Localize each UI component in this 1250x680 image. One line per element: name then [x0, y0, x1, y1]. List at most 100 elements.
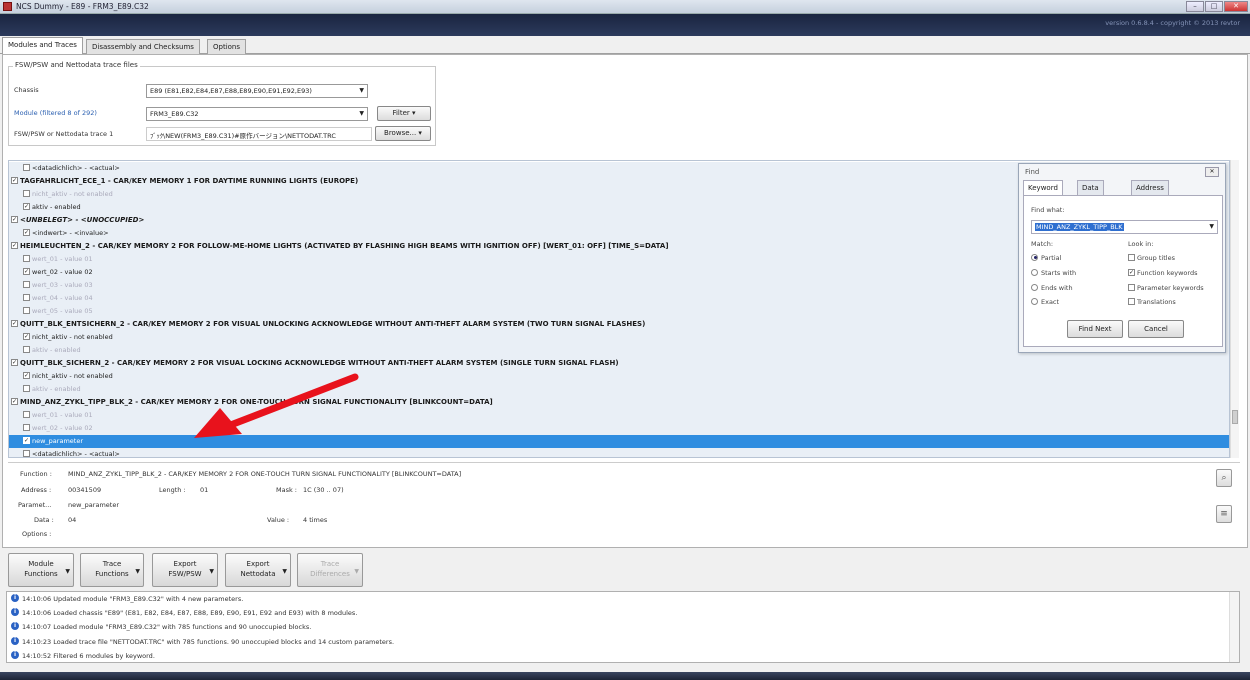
tree-row-label: aktiv - enabled — [32, 203, 81, 211]
function-label: Function : — [20, 470, 52, 478]
tab-options[interactable]: Options — [207, 39, 247, 54]
tree-checkbox[interactable] — [23, 384, 30, 392]
log-entry: i 14:10:52 Filtered 6 modules by keyword. — [11, 651, 155, 660]
tree-checkbox[interactable] — [23, 410, 30, 418]
find-what-input[interactable]: MIND_ANZ_ZYKL_TIPP_BLK ▼ — [1031, 220, 1218, 234]
module-functions-button[interactable]: Module Functions ▼ — [8, 553, 74, 587]
tree-row-label: nicht_aktiv - not enabled — [32, 333, 113, 341]
tree-checkbox[interactable]: ✓ — [11, 319, 18, 327]
tree-row-label: wert_02 - value 02 — [32, 424, 93, 432]
tree-checkbox[interactable]: ✓ — [23, 436, 30, 444]
tab-disassembly[interactable]: Disassembly and Checksums — [86, 39, 200, 54]
find-next-button[interactable]: Find Next — [1067, 320, 1123, 338]
tree-row-label: wert_04 - value 04 — [32, 294, 93, 302]
trace-path-field[interactable]: ﾌﾞｯｸ\NEW(FRM3_E89.C31)#原作バージョン\NETTODAT.… — [146, 127, 372, 141]
tree-checkbox[interactable] — [23, 254, 30, 262]
tree-row-label: wert_05 - value 05 — [32, 307, 93, 315]
module-label: Module (filtered 8 of 292) — [14, 109, 97, 117]
tree-scroll-thumb[interactable] — [1232, 410, 1238, 424]
find-tab-address[interactable]: Address — [1131, 180, 1169, 195]
log-entry: i 14:10:07 Loaded module "FRM3_E89.C32" w… — [11, 622, 311, 631]
tree-checkbox[interactable]: ✓ — [23, 332, 30, 340]
lookin-label: Look in: — [1128, 240, 1154, 248]
match-starts-radio[interactable]: Starts with — [1031, 268, 1076, 277]
find-tab-keyword[interactable]: Keyword — [1023, 180, 1063, 195]
address-label: Address : — [21, 486, 52, 494]
lookin-translations-checkbox[interactable]: Translations — [1128, 297, 1176, 306]
export-nettodata-button[interactable]: Export Nettodata ▼ — [225, 553, 291, 587]
tree-function-row[interactable]: ✓ QUITT_BLK_SICHERN_2 - CAR/KEY MEMORY 2 … — [9, 357, 1229, 370]
tree-checkbox[interactable] — [23, 189, 30, 197]
tree-row-label: QUITT_BLK_ENTSICHERN_2 - CAR/KEY MEMORY … — [20, 320, 646, 328]
match-partial-radio[interactable]: Partial — [1031, 253, 1061, 262]
tree-checkbox[interactable] — [23, 306, 30, 314]
tree-checkbox[interactable]: ✓ — [11, 397, 18, 405]
find-cancel-button[interactable]: Cancel — [1128, 320, 1184, 338]
tree-row-label: wert_03 - value 03 — [32, 281, 93, 289]
export-fsw-psw-button[interactable]: Export FSW/PSW ▼ — [152, 553, 218, 587]
magnify-icon[interactable]: ⌕ — [1216, 469, 1232, 487]
log-panel: i 14:10:06 Updated module "FRM3_E89.C32" … — [6, 591, 1240, 663]
tree-checkbox[interactable] — [23, 163, 30, 171]
find-tab-data[interactable]: Data — [1077, 180, 1104, 195]
find-close-button[interactable]: ✕ — [1205, 167, 1219, 177]
length-label: Length : — [159, 486, 186, 494]
tree-row-label: QUITT_BLK_SICHERN_2 - CAR/KEY MEMORY 2 F… — [20, 359, 619, 367]
options-label: Options : — [22, 530, 52, 538]
tree-checkbox[interactable] — [23, 423, 30, 431]
lookin-function-keywords-checkbox[interactable]: ✓ Function keywords — [1128, 268, 1197, 277]
function-value: MIND_ANZ_ZYKL_TIPP_BLK_2 - CAR/KEY MEMOR… — [68, 470, 462, 478]
tree-checkbox[interactable]: ✓ — [11, 241, 18, 249]
lookin-parameter-keywords-checkbox[interactable]: Parameter keywords — [1128, 283, 1204, 292]
tree-scrollbar[interactable] — [1230, 160, 1239, 458]
trace-functions-button[interactable]: Trace Functions ▼ — [80, 553, 144, 587]
match-ends-radio[interactable]: Ends with — [1031, 283, 1073, 292]
window-title: NCS Dummy - E89 - FRM3_E89.C32 — [16, 2, 149, 11]
value-label: Value : — [267, 516, 290, 524]
minimize-button[interactable]: – — [1186, 1, 1204, 12]
find-dialog: Find ✕ Keyword Data Address Find what: M… — [1018, 163, 1226, 353]
tree-checkbox[interactable] — [23, 280, 30, 288]
module-select[interactable]: FRM3_E89.C32 ▼ — [146, 107, 368, 121]
tree-checkbox[interactable] — [23, 293, 30, 301]
tree-checkbox[interactable]: ✓ — [11, 358, 18, 366]
tree-row-label: HEIMLEUCHTEN_2 - CAR/KEY MEMORY 2 FOR FO… — [20, 242, 669, 250]
red-arrow-annotation — [194, 373, 359, 438]
tree-checkbox[interactable]: ✓ — [23, 228, 30, 236]
tree-checkbox[interactable]: ✓ — [23, 371, 30, 379]
fsw-group: FSW/PSW and Nettodata trace files Chassi… — [8, 61, 436, 146]
tree-row-label: new_parameter — [32, 437, 84, 445]
tree-row-label: TAGFAHRLICHT_ECE_1 - CAR/KEY MEMORY 1 FO… — [20, 177, 359, 185]
tab-modules-and-traces[interactable]: Modules and Traces — [2, 37, 83, 55]
info-icon: i — [11, 608, 19, 616]
parameter-value: new_parameter — [68, 501, 120, 509]
tree-checkbox[interactable]: ✓ — [23, 202, 30, 210]
main-tabs: Modules and Traces Disassembly and Check… — [0, 36, 1250, 55]
log-scrollbar[interactable] — [1229, 592, 1239, 662]
data-label: Data : — [34, 516, 54, 524]
filter-button[interactable]: Filter ▾ — [377, 106, 431, 121]
tree-checkbox[interactable] — [23, 345, 30, 353]
match-exact-radio[interactable]: Exact — [1031, 297, 1059, 306]
find-dialog-title: Find — [1025, 168, 1040, 176]
title-bar: NCS Dummy - E89 - FRM3_E89.C32 – □ ✕ — [0, 0, 1250, 14]
mask-value: 1C (30 .. 07) — [303, 486, 344, 494]
chassis-select[interactable]: E89 (E81,E82,E84,E87,E88,E89,E90,E91,E92… — [146, 84, 368, 98]
tree-value-row[interactable]: <datadichlich> - <actual> — [9, 448, 1229, 457]
tree-checkbox[interactable]: ✓ — [11, 215, 18, 223]
lookin-group-titles-checkbox[interactable]: Group titles — [1128, 253, 1175, 262]
log-entry: i 14:10:06 Updated module "FRM3_E89.C32" … — [11, 594, 243, 603]
tree-checkbox[interactable]: ✓ — [11, 176, 18, 184]
browse-button[interactable]: Browse... ▾ — [375, 126, 431, 141]
list-icon[interactable]: ≡ — [1216, 505, 1232, 523]
tree-row-label: aktiv - enabled — [32, 385, 81, 393]
mask-label: Mask : — [276, 486, 297, 494]
details-panel: Function : MIND_ANZ_ZYKL_TIPP_BLK_2 - CA… — [8, 462, 1240, 544]
close-button[interactable]: ✕ — [1224, 1, 1248, 12]
maximize-button[interactable]: □ — [1205, 1, 1223, 12]
trace-differences-button[interactable]: Trace Differences ▼ — [297, 553, 363, 587]
version-text: version 0.6.8.4 - copyright © 2013 revto… — [1105, 19, 1240, 27]
tree-checkbox[interactable] — [23, 449, 30, 457]
tree-checkbox[interactable]: ✓ — [23, 267, 30, 275]
info-icon: i — [11, 637, 19, 645]
